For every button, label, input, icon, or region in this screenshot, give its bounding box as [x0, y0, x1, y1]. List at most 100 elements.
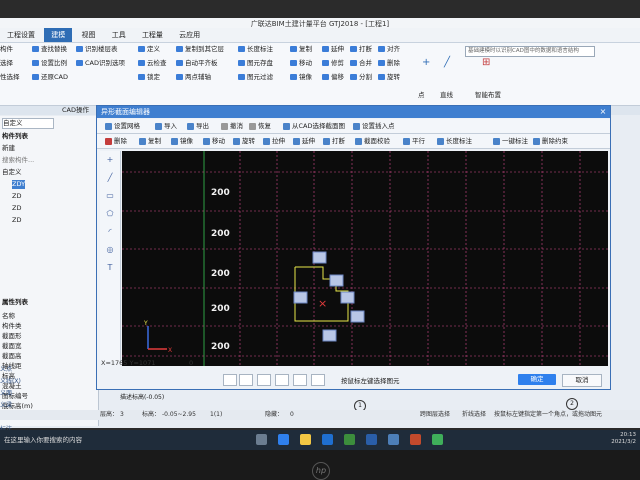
point-tool-icon[interactable]: +	[105, 155, 115, 165]
tree-item[interactable]: ZD	[12, 192, 21, 201]
ribbon-item[interactable]: 修剪	[322, 59, 344, 67]
gtj-app-icon[interactable]	[388, 434, 399, 445]
ribbon-item[interactable]: 自动平齐板	[176, 59, 218, 67]
smart-layout-icon[interactable]: ⊞	[482, 58, 490, 68]
undo-button[interactable]: 撤消	[221, 121, 243, 131]
side-item[interactable]: 义点	[0, 364, 22, 376]
ribbon-item[interactable]: 云检查	[138, 59, 167, 67]
midpoint-snap-button[interactable]	[293, 374, 307, 386]
auto-dimension-button[interactable]: 一键标注	[493, 136, 528, 146]
ortho-toggle-button[interactable]	[239, 374, 253, 386]
folder-icon[interactable]	[300, 434, 311, 445]
word-icon[interactable]	[366, 434, 377, 445]
menu-cloud[interactable]: 云应用	[172, 28, 207, 42]
ribbon-search-input[interactable]: 基础建模时以识别CAD图中的数据和语言结构	[465, 46, 595, 57]
ribbon-item[interactable]: 分割	[350, 73, 372, 81]
prop-row[interactable]: 截面形	[2, 332, 22, 341]
app-icon[interactable]	[344, 434, 355, 445]
section-check-button[interactable]: 截面校验	[355, 136, 390, 146]
extend-button[interactable]: 延伸	[293, 136, 315, 146]
cad-select-section-button[interactable]: 从CAD选择截面图	[283, 121, 345, 131]
ribbon-item[interactable]: 复制到其它层	[176, 45, 224, 53]
ribbon-item[interactable]: 设置比例	[32, 59, 67, 67]
tree-item[interactable]: ZD	[12, 204, 21, 213]
break-button[interactable]: 打断	[323, 136, 345, 146]
ribbon-item[interactable]: 旋转	[378, 73, 400, 81]
tree-root[interactable]: 自定义	[2, 168, 22, 177]
wechat-icon[interactable]	[432, 434, 443, 445]
ribbon-item[interactable]: 延伸	[322, 45, 344, 53]
ribbon-item[interactable]: 点	[418, 91, 425, 99]
import-button[interactable]: 导入	[155, 121, 177, 131]
vertex-handle[interactable]	[293, 291, 308, 304]
menu-modeling[interactable]: 建模	[44, 28, 73, 42]
menu-view[interactable]: 视图	[74, 28, 102, 42]
clock[interactable]: 20:13 2021/3/2	[611, 432, 636, 446]
snap-toggle-button[interactable]	[223, 374, 237, 386]
store-icon[interactable]	[322, 434, 333, 445]
tree-item[interactable]: ZDY	[12, 180, 26, 189]
prop-row[interactable]: 截面高	[2, 352, 22, 361]
text-tool-icon[interactable]: T	[105, 263, 115, 273]
menu-project-settings[interactable]: 工程设置	[0, 28, 42, 42]
ribbon-item[interactable]: 直线	[440, 91, 453, 99]
ribbon-item[interactable]: 还原CAD	[32, 73, 68, 81]
ribbon-item[interactable]: 查找替换	[32, 45, 67, 53]
ribbon-item[interactable]: 对齐	[378, 45, 400, 53]
prop-row[interactable]: 截面宽	[2, 342, 22, 351]
line-tool-icon[interactable]: ╱	[105, 173, 115, 183]
circle-tool-icon[interactable]: ◎	[105, 245, 115, 255]
parallel-button[interactable]: 平行	[403, 136, 425, 146]
ribbon-item[interactable]: 图元存盘	[238, 59, 273, 67]
component-search[interactable]: 搜索构件...	[2, 156, 34, 165]
export-button[interactable]: 导出	[187, 121, 209, 131]
copy-button[interactable]: 复制	[139, 136, 161, 146]
menu-quantity[interactable]: 工程量	[135, 28, 170, 42]
ribbon-item[interactable]: 性选择	[0, 73, 20, 81]
ribbon-item[interactable]: 定义	[138, 45, 160, 53]
vertex-handle[interactable]	[312, 251, 327, 264]
mirror-button[interactable]: 镜像	[171, 136, 193, 146]
menu-tools[interactable]: 工具	[105, 28, 133, 42]
cross-layer-select[interactable]: 跨图层选择	[420, 410, 450, 420]
side-item[interactable]: 义面	[0, 388, 22, 400]
endpoint-snap-button[interactable]	[275, 374, 289, 386]
stretch-button[interactable]: 拉伸	[263, 136, 285, 146]
ribbon-item[interactable]: 智能布置	[475, 91, 501, 99]
grid-toggle-button[interactable]	[257, 374, 271, 386]
new-button[interactable]: 新建	[2, 144, 15, 153]
vertex-handle[interactable]	[350, 310, 365, 323]
ribbon-item[interactable]: 长度标注	[238, 45, 273, 53]
tree-item[interactable]: ZD	[12, 216, 21, 225]
ribbon-item[interactable]: 移动	[290, 59, 312, 67]
ribbon-item[interactable]: 打断	[350, 45, 372, 53]
ribbon-item[interactable]: 偏移	[322, 73, 344, 81]
side-item[interactable]: 义线(X)	[0, 376, 22, 388]
set-insert-point-button[interactable]: 设置插入点	[353, 121, 395, 131]
delete-constraint-button[interactable]: 删除约束	[533, 136, 568, 146]
ok-button[interactable]: 确定	[518, 374, 556, 385]
ribbon-item[interactable]: 选择	[0, 59, 13, 67]
close-icon[interactable]: ×	[598, 107, 608, 117]
task-view-icon[interactable]	[256, 434, 267, 445]
ribbon-item[interactable]: 镜像	[290, 73, 312, 81]
polygon-tool-icon[interactable]: ⬠	[105, 209, 115, 219]
line-icon[interactable]: ╱	[444, 58, 450, 68]
drawing-canvas[interactable]: 200 200 200 200 200 × Y X	[122, 151, 608, 366]
rectangle-tool-icon[interactable]: ▭	[105, 191, 115, 201]
cancel-button[interactable]: 取消	[562, 374, 602, 387]
taskbar-search[interactable]: 在这里输入你要搜索的内容	[4, 434, 154, 444]
ribbon-item[interactable]: 合并	[350, 59, 372, 67]
redo-button[interactable]: 恢复	[249, 121, 271, 131]
ribbon-item[interactable]: 复制	[290, 45, 312, 53]
vertex-handle[interactable]	[329, 274, 344, 287]
filter-select[interactable]: 自定义	[2, 118, 54, 129]
vertex-handle[interactable]	[322, 329, 337, 342]
ribbon-item[interactable]: 识别楼层表	[76, 45, 118, 53]
ribbon-item[interactable]: 锁定	[138, 73, 160, 81]
center-snap-button[interactable]	[311, 374, 325, 386]
prop-row[interactable]: 构件类	[2, 322, 22, 331]
ribbon-item[interactable]: CAD识别选项	[76, 59, 125, 67]
ribbon-item[interactable]: 图元过滤	[238, 73, 273, 81]
point-icon[interactable]: +	[422, 58, 430, 68]
